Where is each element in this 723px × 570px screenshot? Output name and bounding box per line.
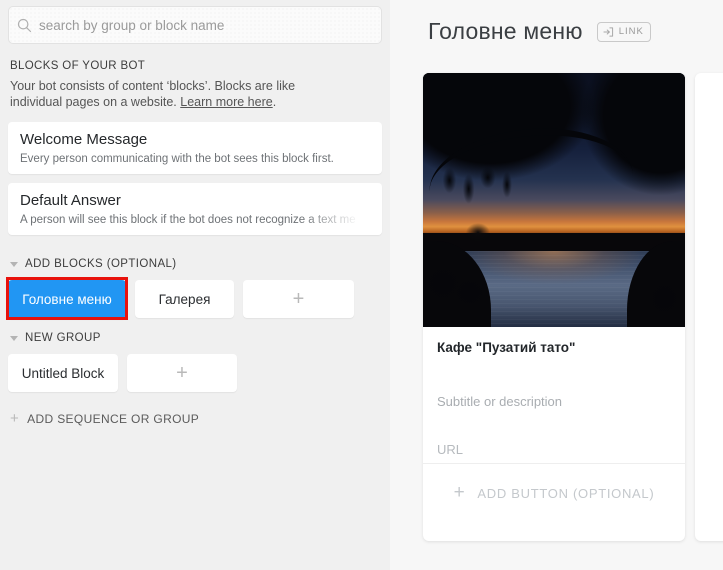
group-header-add-blocks[interactable]: ADD BLOCKS (OPTIONAL) (0, 244, 390, 270)
gallery-card-strip: Кафе "Пузатий тато" Subtitle or descript… (390, 73, 723, 541)
editor-header: Головне меню LINK (390, 0, 723, 45)
add-button-label: ADD BUTTON (OPTIONAL) (477, 485, 655, 501)
chevron-down-icon (10, 261, 18, 267)
block-card-title: Welcome Message (20, 131, 148, 148)
block-chip-galereya[interactable]: Галерея (135, 280, 234, 318)
search-icon (9, 7, 39, 43)
gallery-card-url-field[interactable]: URL (437, 441, 671, 459)
block-card-title: Default Answer (20, 192, 121, 209)
link-badge-label: LINK (618, 26, 644, 37)
learn-more-link[interactable]: Learn more here (180, 95, 272, 109)
gallery-card-next-partial[interactable] (695, 73, 723, 541)
chip-row-add-blocks: Головне меню Галерея + (0, 270, 390, 318)
chip-row-new-group: Untitled Block + (0, 344, 390, 392)
search-box[interactable] (8, 6, 382, 44)
group-header-label: ADD BLOCKS (OPTIONAL) (25, 258, 177, 270)
block-chip-golovne-menu[interactable]: Головне меню (8, 280, 126, 318)
app-root: BLOCKS OF YOUR BOT Your bot consists of … (0, 0, 723, 570)
gallery-card-title[interactable]: Кафе "Пузатий тато" (437, 339, 671, 357)
add-sequence-or-group-button[interactable]: + ADD SEQUENCE OR GROUP (0, 392, 390, 426)
default-blocks-list: Welcome Message Every person communicati… (0, 110, 390, 235)
gallery-card[interactable]: Кафе "Пузатий тато" Subtitle or descript… (423, 73, 685, 541)
search-input[interactable] (39, 9, 329, 41)
page-title: Головне меню (428, 18, 583, 44)
add-block-button[interactable]: + (243, 280, 354, 318)
chevron-down-icon (10, 335, 18, 341)
hanging-twigs (433, 159, 570, 231)
blocks-description: Your bot consists of content ‘blocks’. B… (0, 72, 350, 110)
block-editor-canvas: Головне меню LINK Кафе "Пузатий тато" Su… (390, 0, 723, 570)
blocks-sidebar: BLOCKS OF YOUR BOT Your bot consists of … (0, 0, 390, 570)
plus-icon: + (10, 410, 20, 427)
blurb-text-2: . (272, 95, 277, 109)
gallery-card-body: Кафе "Пузатий тато" Subtitle or descript… (423, 327, 685, 459)
block-card-subtitle: Every person communicating with the bot … (20, 153, 334, 165)
gallery-card-image[interactable] (423, 73, 685, 327)
add-sequence-label: ADD SEQUENCE OR GROUP (27, 412, 200, 426)
blocks-section-label: BLOCKS OF YOUR BOT (10, 60, 146, 72)
block-chip-untitled-block[interactable]: Untitled Block (8, 354, 118, 392)
add-block-button[interactable]: + (127, 354, 237, 392)
arrow-into-bracket-icon (603, 26, 614, 37)
search-area (0, 0, 390, 44)
foreground-shrub-right (616, 276, 685, 327)
link-badge[interactable]: LINK (596, 21, 651, 42)
group-header-label: NEW GROUP (25, 332, 101, 344)
block-card-welcome-message[interactable]: Welcome Message Every person communicati… (8, 122, 382, 174)
block-card-default-answer[interactable]: Default Answer A person will see this bl… (8, 183, 382, 235)
block-card-subtitle: A person will see this block if the bot … (20, 214, 356, 226)
gallery-card-subtitle-field[interactable]: Subtitle or description (437, 393, 671, 411)
plus-icon: + (453, 482, 466, 503)
group-header-new-group[interactable]: NEW GROUP (0, 318, 390, 344)
add-button-optional[interactable]: + ADD BUTTON (OPTIONAL) (423, 463, 685, 522)
foreground-shrub-left (428, 260, 523, 317)
